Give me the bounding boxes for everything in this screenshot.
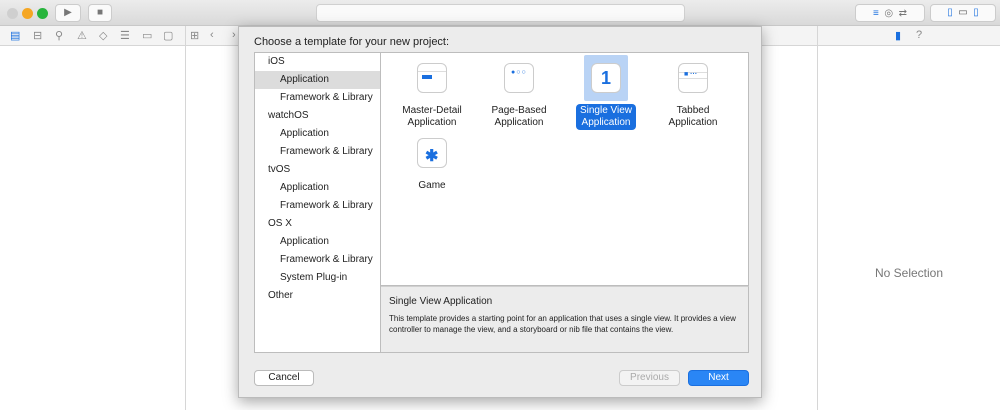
new-project-sheet: Choose a template for your new project: …: [238, 26, 762, 398]
template-label-line2: Application: [668, 117, 718, 128]
template-category-item[interactable]: Application: [255, 71, 380, 89]
template-label: Single View Application: [575, 104, 637, 130]
standard-editor-icon[interactable]: ≡: [873, 8, 879, 19]
inspector-bar: ▮ ?: [817, 26, 1000, 46]
template-description: Single View Application This template pr…: [381, 286, 749, 353]
report-navigator-icon[interactable]: ▢: [163, 29, 173, 42]
utilities-toggle-icon[interactable]: ▯: [973, 7, 979, 18]
template-label-line2: Application: [494, 117, 544, 128]
version-editor-icon[interactable]: ⇄: [899, 8, 907, 19]
template-category-item[interactable]: Framework & Library: [255, 251, 380, 269]
cancel-button[interactable]: Cancel: [254, 370, 314, 386]
template-label-line1: Tabbed: [676, 105, 710, 116]
navigator-toggle-icon[interactable]: ▯: [947, 7, 953, 18]
run-button[interactable]: ▶: [55, 4, 81, 22]
template-icon-wrap: ●○○: [497, 55, 541, 101]
template-tabbed-application[interactable]: ■ ··· Tabbed Application: [652, 55, 734, 130]
help-inspector-icon[interactable]: ?: [916, 29, 922, 41]
description-text: This template provides a starting point …: [389, 314, 736, 334]
template-label-line1: Page-Based: [491, 105, 547, 116]
template-icon-wrap: ■ ···: [671, 55, 715, 101]
template-label-line1: Game: [418, 180, 446, 191]
symbol-navigator-icon[interactable]: ⊟: [33, 29, 42, 42]
platform-header[interactable]: Other: [255, 287, 380, 305]
forward-icon[interactable]: ›: [232, 29, 236, 41]
template-label: Page-Based Application: [487, 104, 550, 130]
view-toggle-group[interactable]: ▯ ▭ ▯: [930, 4, 996, 22]
template-master-detail-application[interactable]: Master-Detail Application: [391, 55, 473, 130]
template-category-item[interactable]: Application: [255, 179, 380, 197]
platform-header[interactable]: OS X: [255, 215, 380, 233]
activity-viewer: [316, 4, 685, 22]
assistant-editor-icon[interactable]: ◎: [884, 8, 893, 19]
test-navigator-icon[interactable]: ◇: [99, 29, 107, 42]
template-icon: [417, 63, 447, 93]
debug-toggle-icon[interactable]: ▭: [958, 7, 967, 18]
template-category-item[interactable]: Application: [255, 233, 380, 251]
template-label-line1: Single View: [579, 105, 633, 116]
platform-header[interactable]: watchOS: [255, 107, 380, 125]
template-category-item[interactable]: System Plug-in: [255, 269, 380, 287]
next-button[interactable]: Next: [688, 370, 749, 386]
template-icon: 1: [591, 63, 621, 93]
platform-header[interactable]: iOS: [255, 53, 380, 71]
divider: [185, 46, 186, 410]
template-icon: ●○○: [504, 63, 534, 93]
issue-navigator-icon[interactable]: ⚠: [77, 29, 87, 42]
title-bar: ▶ ■ ≡ ◎ ⇄ ▯ ▭ ▯: [0, 0, 1000, 26]
template-category-item[interactable]: Application: [255, 125, 380, 143]
platform-header[interactable]: tvOS: [255, 161, 380, 179]
template-label: Master-Detail Application: [398, 104, 465, 130]
inspector-pane: No Selection: [817, 46, 1000, 410]
template-grid: Master-Detail Application ●○○ Page-Based App…: [381, 52, 749, 286]
template-label-line2: Application: [407, 117, 457, 128]
template-icon: ✱: [417, 138, 447, 168]
navigator-bar: ▤ ⊟ ⚲ ⚠ ◇ ☰ ▭ ▢: [0, 26, 185, 46]
template-icon-wrap: 1: [584, 55, 628, 101]
template-category-item[interactable]: Framework & Library: [255, 89, 380, 107]
related-items-icon[interactable]: ⊞: [190, 29, 199, 42]
minimize-button[interactable]: [22, 8, 33, 19]
template-icon-wrap: [410, 55, 454, 101]
template-page-based-application[interactable]: ●○○ Page-Based Application: [478, 55, 560, 130]
debug-navigator-icon[interactable]: ☰: [120, 29, 130, 42]
close-button[interactable]: [7, 8, 18, 19]
template-label: Tabbed Application: [665, 104, 722, 130]
description-title: Single View Application: [389, 296, 493, 307]
sheet-title: Choose a template for your new project:: [254, 36, 450, 48]
previous-button[interactable]: Previous: [619, 370, 680, 386]
find-navigator-icon[interactable]: ⚲: [55, 29, 63, 42]
stop-button[interactable]: ■: [88, 4, 112, 22]
template-label: Game: [414, 179, 449, 193]
template-label-line2: Application: [581, 117, 631, 128]
zoom-button[interactable]: [37, 8, 48, 19]
breakpoint-navigator-icon[interactable]: ▭: [142, 29, 152, 42]
platform-list: iOS Application Framework & Library watchOS…: [254, 52, 381, 353]
no-selection-label: No Selection: [874, 266, 944, 280]
file-inspector-icon[interactable]: ▮: [895, 29, 901, 42]
back-icon[interactable]: ‹: [210, 29, 214, 41]
template-category-item[interactable]: Framework & Library: [255, 197, 380, 215]
template-single-view-application[interactable]: 1 Single View Application: [565, 55, 647, 130]
template-label-line1: Master-Detail: [402, 105, 462, 116]
template-icon: ■ ···: [678, 63, 708, 93]
template-category-item[interactable]: Framework & Library: [255, 143, 380, 161]
project-navigator-icon[interactable]: ▤: [10, 29, 20, 42]
template-icon-wrap: ✱: [410, 130, 454, 176]
template-game[interactable]: ✱ Game: [391, 130, 473, 193]
number-one-icon: 1: [600, 68, 611, 88]
editor-mode-group[interactable]: ≡ ◎ ⇄: [855, 4, 925, 22]
